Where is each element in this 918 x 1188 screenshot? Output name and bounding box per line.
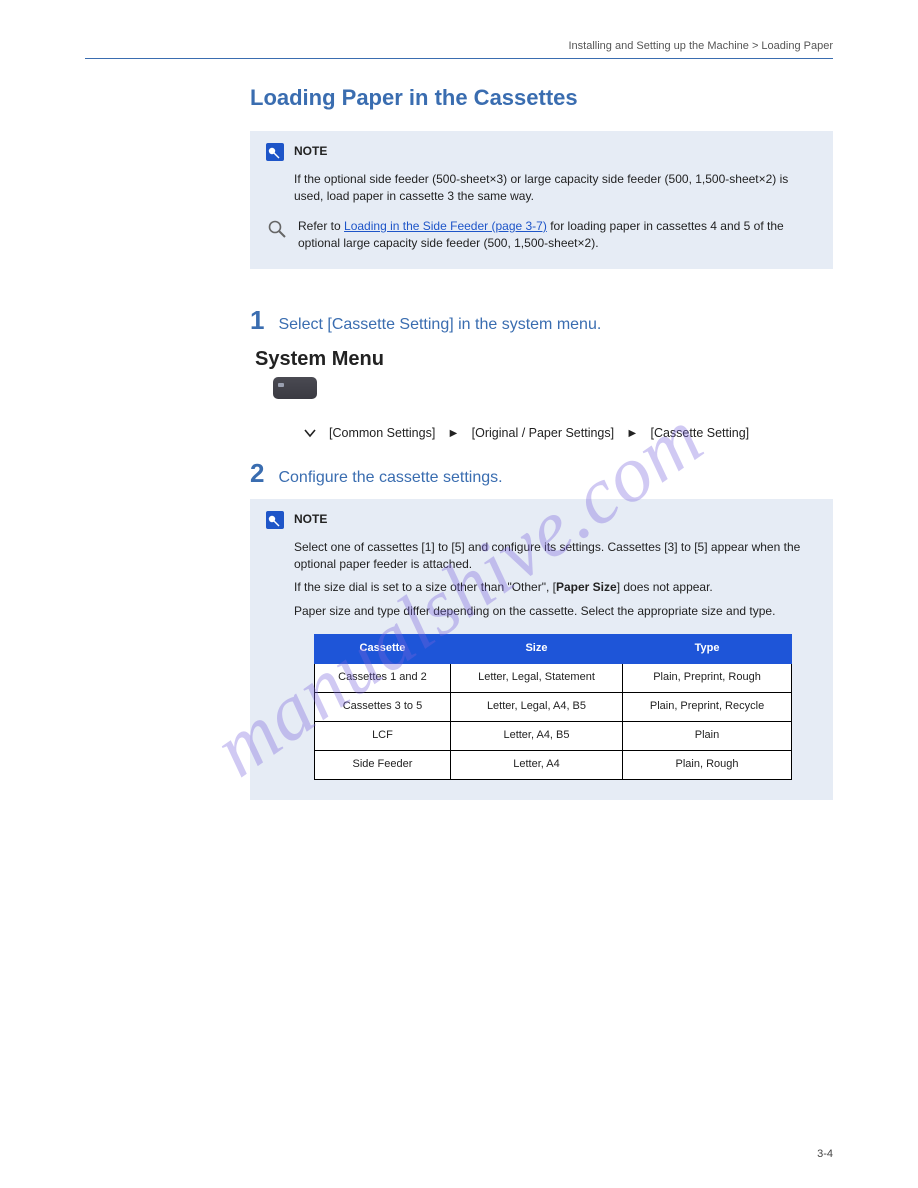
table-header-size: Size bbox=[450, 635, 622, 664]
step-2-heading: 2 Configure the cassette settings. bbox=[250, 458, 833, 489]
note-label-2: NOTE bbox=[294, 511, 327, 528]
header-rule bbox=[85, 58, 833, 59]
system-menu-label: System Menu bbox=[255, 348, 833, 371]
table-row: Side Feeder Letter, A4 Plain, Rough bbox=[315, 750, 792, 779]
note2-line2: If the size dial is set to a size other … bbox=[294, 579, 817, 596]
note-icon bbox=[266, 143, 284, 161]
table-row: Cassettes 1 and 2 Letter, Legal, Stateme… bbox=[315, 664, 792, 693]
table-row: LCF Letter, A4, B5 Plain bbox=[315, 721, 792, 750]
menu-path-item-1: [Original / Paper Settings] bbox=[472, 426, 614, 440]
note-box-1: NOTE If the optional side feeder (500-sh… bbox=[250, 131, 833, 269]
step-2-number: 2 bbox=[250, 458, 264, 489]
note-label: NOTE bbox=[294, 143, 327, 160]
note-text-1: If the optional side feeder (500-sheet×3… bbox=[294, 171, 817, 206]
table-header-cassette: Cassette bbox=[315, 635, 451, 664]
menu-path-item-0: [Common Settings] bbox=[329, 426, 435, 440]
step-1-heading: 1 Select [Cassette Setting] in the syste… bbox=[250, 305, 833, 336]
paper-size-table: Cassette Size Type Cassettes 1 and 2 Let… bbox=[314, 634, 792, 780]
system-menu-key-button[interactable] bbox=[273, 377, 317, 399]
note-box-2: NOTE Select one of cassettes [1] to [5] … bbox=[250, 499, 833, 800]
running-header: Installing and Setting up the Machine > … bbox=[85, 40, 833, 52]
step-1-text: Select [Cassette Setting] in the system … bbox=[278, 316, 601, 334]
table-header-type: Type bbox=[623, 635, 792, 664]
reference-icon bbox=[266, 218, 288, 240]
chevron-down-icon bbox=[303, 426, 317, 440]
page-number: 3-4 bbox=[817, 1148, 833, 1160]
section-title: Loading Paper in the Cassettes bbox=[250, 85, 833, 111]
note2-line1: Select one of cassettes [1] to [5] and c… bbox=[294, 539, 817, 574]
step-1-number: 1 bbox=[250, 305, 264, 336]
reference-link[interactable]: Loading in the Side Feeder (page 3-7) bbox=[344, 219, 547, 233]
menu-path-item-2: [Cassette Setting] bbox=[650, 426, 749, 440]
table-row: Cassettes 3 to 5 Letter, Legal, A4, B5 P… bbox=[315, 693, 792, 722]
note-icon bbox=[266, 511, 284, 529]
note2-line3: Paper size and type differ depending on … bbox=[294, 603, 817, 620]
step-2-text: Configure the cassette settings. bbox=[278, 469, 502, 487]
menu-path-arrow-1: ► bbox=[626, 426, 638, 440]
menu-path-arrow-0: ► bbox=[447, 426, 459, 440]
reference-text: Refer to Loading in the Side Feeder (pag… bbox=[298, 218, 817, 253]
system-menu-block: System Menu [Common Settings] ► [Origina… bbox=[255, 348, 833, 440]
